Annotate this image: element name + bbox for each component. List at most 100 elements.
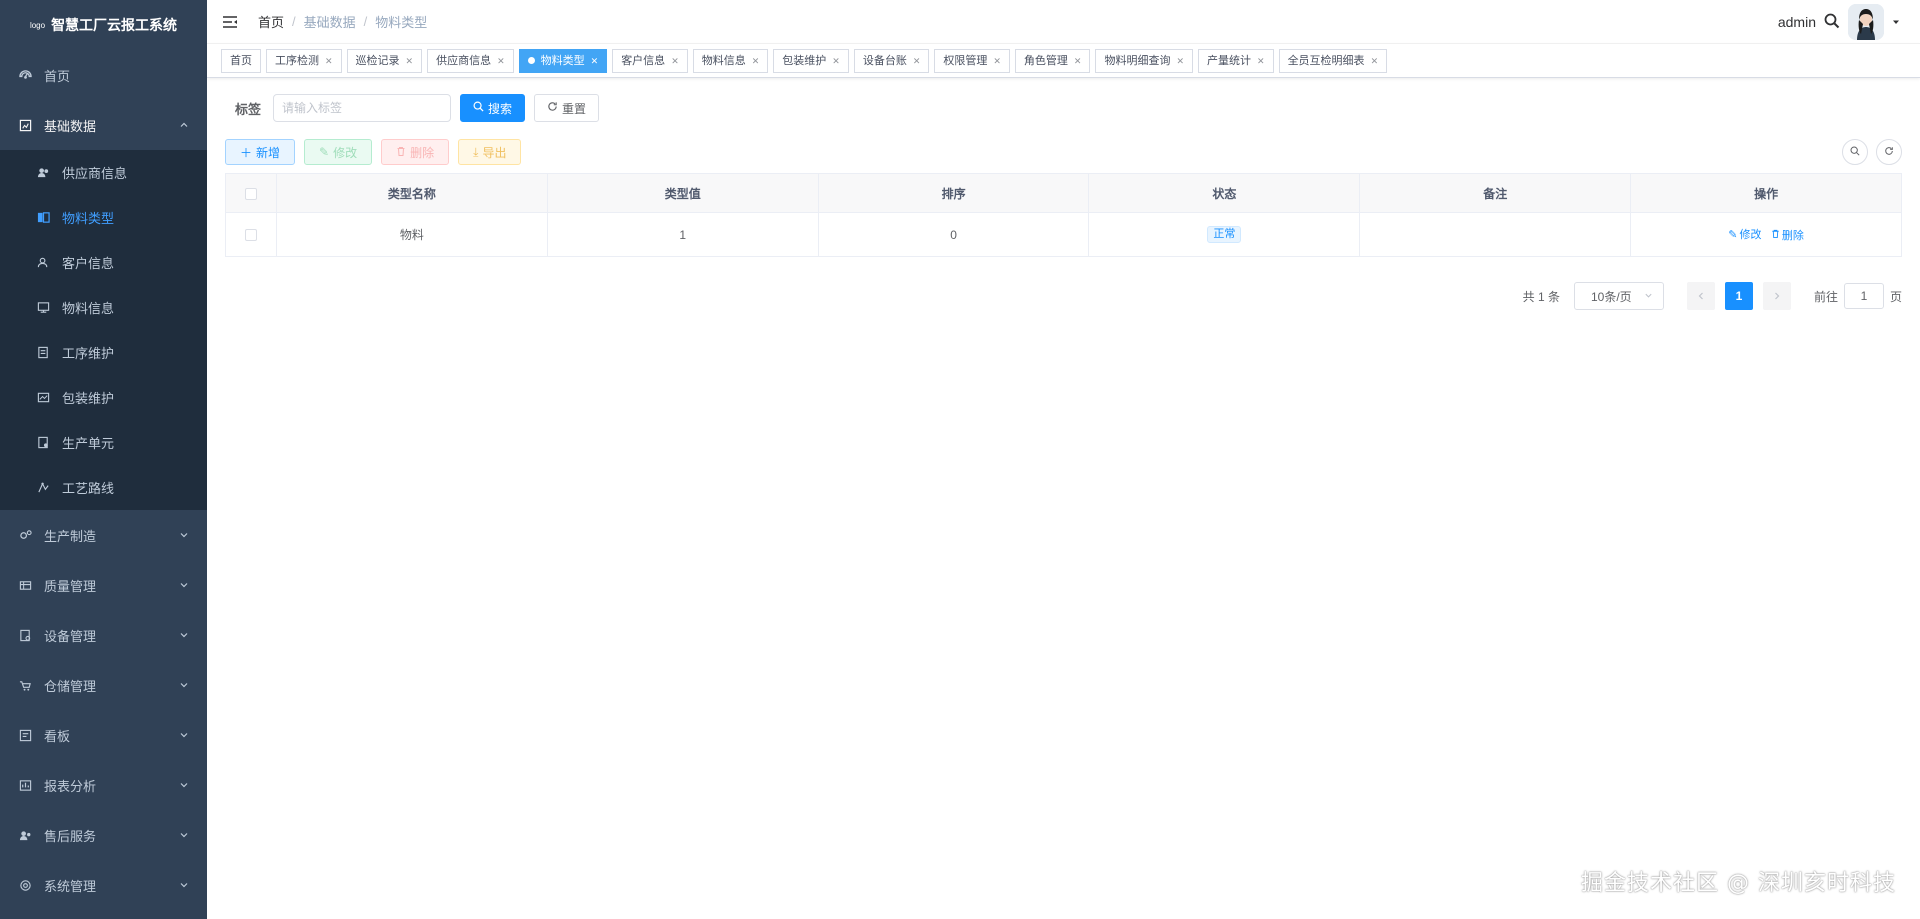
add-button[interactable]: ＋新增 — [225, 139, 296, 165]
chevron-down-icon — [179, 830, 189, 840]
tag-permission[interactable]: 权限管理 ✕ — [934, 48, 1010, 73]
sidebar-item-material-type[interactable]: 物料类型 — [0, 195, 207, 240]
equipment-icon — [18, 628, 32, 642]
edit-icon: ✎ — [1728, 228, 1738, 241]
close-icon[interactable]: ✕ — [591, 50, 599, 72]
column-header: 排序 — [817, 173, 1090, 213]
reset-button[interactable]: 重置 — [534, 94, 600, 122]
page-size-select[interactable]: 10条/页 — [1573, 282, 1664, 310]
unit-icon — [36, 436, 50, 450]
close-icon[interactable]: ✕ — [752, 50, 760, 72]
next-page-button[interactable] — [1762, 282, 1791, 310]
edit-button[interactable]: ✎ 修改 — [304, 139, 373, 165]
edit-button-label: 修改 — [333, 145, 358, 160]
toggle-search-button[interactable] — [1842, 139, 1868, 165]
menu-item-system[interactable]: 系统管理 — [0, 860, 207, 910]
tag-label: 首页 — [230, 54, 252, 67]
tag-equipment-ledger[interactable]: 设备台账 ✕ — [853, 48, 930, 73]
menu-item-home[interactable]: 首页 — [0, 50, 207, 100]
main-area: 首页 / 基础数据 / 物料类型 admin 首页 工序检测 ✕ 巡检记录 ✕ 供应… — [207, 0, 1920, 919]
chevron-down-icon — [179, 780, 189, 790]
tag-label: 巡检记录 — [355, 54, 400, 67]
breadcrumb-home[interactable]: 首页 — [258, 12, 284, 31]
close-icon[interactable]: ✕ — [913, 50, 921, 72]
tag-process-inspection[interactable]: 工序检测 ✕ — [266, 48, 342, 73]
sidebar-item-process[interactable]: 工序维护 — [0, 330, 207, 375]
chevron-down-icon — [179, 630, 189, 640]
close-icon[interactable]: ✕ — [497, 50, 505, 72]
tag-material-detail[interactable]: 物料明细查询 ✕ — [1095, 48, 1194, 73]
cell-type-name: 物料 — [276, 212, 548, 257]
tag-home[interactable]: 首页 — [221, 48, 261, 73]
close-icon[interactable]: ✕ — [325, 50, 333, 72]
material-type-icon — [36, 211, 50, 225]
sub-item-label: 生产单元 — [62, 436, 115, 451]
export-button[interactable]: ⤓ 导出 — [458, 139, 522, 165]
menu-item-report[interactable]: 报表分析 — [0, 760, 207, 810]
menu-item-board[interactable]: 看板 — [0, 710, 207, 760]
tag-supplier[interactable]: 供应商信息 ✕ — [427, 48, 514, 73]
tag-package[interactable]: 包装维护 ✕ — [773, 48, 849, 73]
row-delete-label: 删除 — [1781, 229, 1804, 242]
search-icon[interactable] — [1824, 13, 1840, 32]
menu-item-warehouse[interactable]: 仓储管理 — [0, 660, 207, 710]
page-size-value: 10条/页 — [1590, 289, 1632, 304]
base-data-icon — [18, 118, 32, 132]
row-checkbox[interactable] — [245, 229, 257, 242]
search-icon — [473, 101, 484, 115]
row-select-cell[interactable] — [225, 212, 277, 257]
menu-item-equipment[interactable]: 设备管理 — [0, 610, 207, 660]
close-icon[interactable]: ✕ — [1371, 50, 1379, 72]
row-edit-link[interactable]: ✎ 修改 — [1728, 226, 1761, 242]
close-icon[interactable]: ✕ — [406, 50, 414, 72]
sidebar-item-supplier[interactable]: 供应商信息 — [0, 150, 207, 195]
menu-item-service[interactable]: 售后服务 — [0, 810, 207, 860]
close-icon[interactable]: ✕ — [671, 50, 679, 72]
close-icon[interactable]: ✕ — [993, 50, 1001, 72]
tag-material-type[interactable]: 物料类型 ✕ — [518, 48, 608, 73]
caret-down-icon[interactable] — [1892, 15, 1900, 29]
close-icon[interactable]: ✕ — [1074, 50, 1082, 72]
sidebar-item-route[interactable]: 工艺路线 — [0, 465, 207, 510]
sidebar-item-material-info[interactable]: 物料信息 — [0, 285, 207, 330]
sidebar-item-unit[interactable]: 生产单元 — [0, 420, 207, 465]
close-icon[interactable]: ✕ — [1176, 50, 1184, 72]
tag-material-info[interactable]: 物料信息 ✕ — [692, 48, 769, 73]
tag-label: 物料信息 — [701, 54, 746, 67]
tag-search-input[interactable] — [273, 94, 452, 122]
process-icon — [36, 346, 50, 360]
close-icon[interactable]: ✕ — [1257, 50, 1265, 72]
menu-item-quality[interactable]: 质量管理 — [0, 560, 207, 610]
supplier-icon — [36, 166, 50, 180]
goto-page-input[interactable] — [1843, 283, 1884, 309]
select-all-cell[interactable] — [225, 173, 277, 213]
sub-item-label: 物料信息 — [62, 301, 115, 316]
search-button[interactable]: 搜索 — [460, 94, 526, 122]
menu-item-label: 报表分析 — [44, 778, 97, 794]
board-icon — [18, 728, 32, 742]
hamburger-icon[interactable] — [222, 14, 238, 30]
prev-page-button[interactable] — [1686, 282, 1715, 310]
menu-item-base-data[interactable]: 基础数据 — [0, 100, 207, 150]
tag-patrol-record[interactable]: 巡检记录 ✕ — [346, 48, 423, 73]
tag-mutual-inspection[interactable]: 全员互检明细表 ✕ — [1278, 48, 1388, 73]
menu-item-production[interactable]: 生产制造 — [0, 510, 207, 560]
select-all-checkbox[interactable] — [245, 187, 257, 200]
avatar[interactable] — [1848, 4, 1884, 40]
tag-customer[interactable]: 客户信息 ✕ — [612, 48, 688, 73]
delete-button[interactable]: 删除 — [381, 139, 450, 165]
column-header: 备注 — [1359, 173, 1632, 213]
sidebar-item-customer[interactable]: 客户信息 — [0, 240, 207, 285]
tag-label: 产量统计 — [1207, 54, 1252, 67]
sidebar-logo[interactable]: logo 智慧工厂云报工系统 — [0, 0, 207, 50]
sidebar-item-package[interactable]: 包装维护 — [0, 375, 207, 420]
menu-item-label: 系统管理 — [44, 878, 97, 894]
row-delete-link[interactable]: 删除 — [1771, 227, 1804, 243]
tag-label: 供应商信息 — [436, 54, 492, 67]
tag-output-stats[interactable]: 产量统计 ✕ — [1198, 48, 1274, 73]
username[interactable]: admin — [1778, 14, 1816, 30]
refresh-button[interactable] — [1876, 139, 1902, 165]
close-icon[interactable]: ✕ — [832, 50, 840, 72]
page-number-current[interactable]: 1 — [1724, 282, 1753, 310]
tag-role[interactable]: 角色管理 ✕ — [1014, 48, 1091, 73]
